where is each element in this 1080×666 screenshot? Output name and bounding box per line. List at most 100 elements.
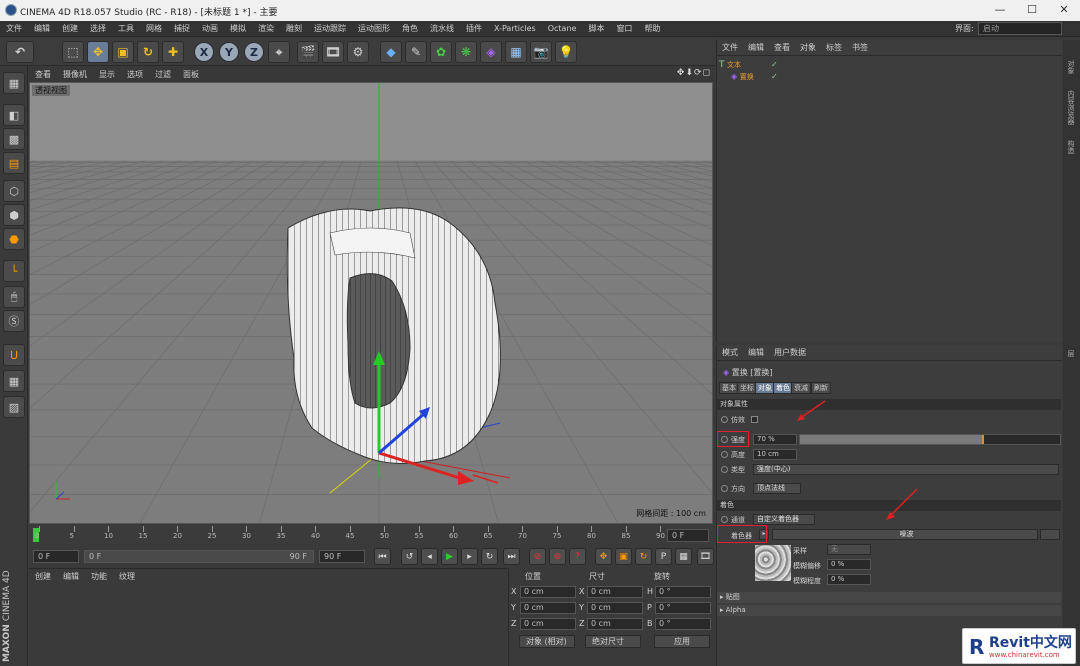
section-map[interactable]: ▸ 贴图 — [717, 592, 1061, 603]
recent-tool-icon[interactable]: ✚ — [162, 41, 184, 63]
attribute-menu-item-0[interactable]: 模式 — [717, 345, 743, 361]
timeline-ruler[interactable]: 0 5 10 15 20 25 30 35 40 45 50 55 60 65 70 75 80 85 90 0 F — [29, 526, 713, 544]
array-icon[interactable]: ❋ — [455, 41, 477, 63]
scale-tool-icon[interactable]: ▣ — [112, 41, 134, 63]
object-row-text[interactable]: T 文本 ✓ — [719, 60, 799, 71]
size-mode-select[interactable]: 绝对尺寸 — [585, 635, 641, 648]
key-parameter-icon[interactable]: P — [655, 548, 672, 565]
floor-icon[interactable]: ▦ — [505, 41, 527, 63]
menu-item-20[interactable]: 帮助 — [638, 21, 666, 37]
menu-item-11[interactable]: 运动跟踪 — [308, 21, 352, 37]
object-menu-item-2[interactable]: 查看 — [769, 40, 795, 56]
menu-item-7[interactable]: 动画 — [196, 21, 224, 37]
menu-item-14[interactable]: 流水线 — [424, 21, 460, 37]
workplane-icon[interactable]: ▤ — [3, 152, 25, 174]
x-axis-lock-button[interactable]: X — [194, 42, 214, 62]
attribute-tab-1[interactable]: 坐标 — [737, 382, 757, 394]
menu-item-3[interactable]: 选择 — [84, 21, 112, 37]
viewport-menu-item-1[interactable]: 摄像机 — [57, 67, 93, 82]
viewport-menu-item-4[interactable]: 过滤 — [149, 67, 177, 82]
attribute-menu-item-1[interactable]: 编辑 — [743, 345, 769, 361]
polygons-mode-icon[interactable]: ⬣ — [3, 228, 25, 250]
menu-item-18[interactable]: 脚本 — [582, 21, 610, 37]
previous-frame-icon[interactable]: ◂ — [421, 548, 438, 565]
size-input[interactable]: 0 cm — [587, 618, 643, 630]
channel-radio[interactable] — [721, 516, 728, 523]
key-scale-icon[interactable]: ▣ — [615, 548, 632, 565]
rotate-tool-icon[interactable]: ↻ — [137, 41, 159, 63]
camera-icon[interactable]: 📷 — [530, 41, 552, 63]
render-picture-viewer-icon[interactable]: 🎞 — [322, 41, 344, 63]
previous-key-icon[interactable]: ↺ — [401, 548, 418, 565]
tab-content-browser[interactable]: 内容浏览器 — [1066, 90, 1076, 125]
menu-item-17[interactable]: Octane — [542, 21, 583, 37]
keyframe-selection-icon[interactable]: ? — [569, 548, 586, 565]
attribute-tab-2[interactable]: 对象 — [755, 382, 775, 394]
planar-workplane-icon[interactable]: ▨ — [3, 396, 25, 418]
rotation-input[interactable]: 0 ° — [655, 586, 711, 598]
viewport-navigation-icon[interactable]: ✥⬇⟳◻ — [677, 68, 711, 78]
start-frame-field[interactable]: 0 F — [33, 550, 79, 563]
deformer-icon[interactable]: ◈ — [480, 41, 502, 63]
viewport-menu-item-2[interactable]: 显示 — [93, 67, 121, 82]
shader-button[interactable]: 噪波 — [772, 529, 1038, 540]
key-pla-icon[interactable]: ▦ — [675, 548, 692, 565]
visibility-check-icon[interactable]: ✓ — [771, 60, 778, 69]
imitate-radio[interactable] — [721, 416, 728, 423]
snap-icon[interactable]: Ⓢ — [3, 310, 25, 332]
size-input[interactable]: 0 cm — [587, 602, 643, 614]
current-frame-field[interactable]: 0 F — [667, 529, 709, 542]
menu-item-19[interactable]: 窗口 — [610, 21, 638, 37]
generator-icon[interactable]: ✿ — [430, 41, 452, 63]
viewport-menu-item-3[interactable]: 选项 — [121, 67, 149, 82]
section-alpha[interactable]: ▸ Alpha — [717, 605, 1061, 616]
coordinate-mode-select[interactable]: 对象 (相对) — [519, 635, 575, 648]
make-editable-icon[interactable]: ▦ — [3, 72, 25, 94]
object-menu-item-1[interactable]: 编辑 — [743, 40, 769, 56]
menu-item-5[interactable]: 网格 — [140, 21, 168, 37]
tab-structure[interactable]: 构造 — [1066, 140, 1076, 154]
tab-objects[interactable]: 对象 — [1066, 60, 1076, 74]
menu-item-4[interactable]: 工具 — [112, 21, 140, 37]
apply-button[interactable]: 应用 — [654, 635, 710, 648]
size-input[interactable]: 0 cm — [587, 586, 643, 598]
rotation-input[interactable]: 0 ° — [655, 618, 711, 630]
material-menu-item-0[interactable]: 创建 — [29, 569, 57, 584]
lock-workplane-icon[interactable]: ▦ — [3, 370, 25, 392]
layout-select[interactable]: 启动 — [978, 22, 1062, 35]
object-row-displace[interactable]: ◈ 置换 ✓ — [731, 72, 799, 83]
menu-item-15[interactable]: 插件 — [460, 21, 488, 37]
blur-offset-input[interactable]: 0 % — [827, 559, 871, 570]
menu-item-6[interactable]: 捕捉 — [168, 21, 196, 37]
height-input[interactable]: 10 cm — [753, 449, 797, 460]
undo-icon[interactable]: ↶ — [6, 41, 34, 63]
type-radio[interactable] — [721, 466, 728, 473]
points-mode-icon[interactable]: ⬡ — [3, 180, 25, 202]
strength-input[interactable]: 70 % — [753, 434, 797, 445]
z-axis-lock-button[interactable]: Z — [244, 42, 264, 62]
render-view-icon[interactable]: 🎬 — [297, 41, 319, 63]
blur-scale-input[interactable]: 0 % — [827, 574, 871, 585]
menu-item-10[interactable]: 雕刻 — [280, 21, 308, 37]
play-icon[interactable]: ▶ — [441, 548, 458, 565]
enable-check-icon[interactable]: ✓ — [771, 72, 778, 81]
key-rotation-icon[interactable]: ↻ — [635, 548, 652, 565]
sampling-select[interactable]: 无 — [827, 544, 871, 555]
menu-item-9[interactable]: 渲染 — [252, 21, 280, 37]
direction-radio[interactable] — [721, 485, 728, 492]
light-icon[interactable]: 💡 — [555, 41, 577, 63]
auto-key-icon[interactable]: ⊚ — [549, 548, 566, 565]
render-settings-icon[interactable]: ⚙ — [347, 41, 369, 63]
edges-mode-icon[interactable]: ⬢ — [3, 204, 25, 226]
close-button[interactable]: ✕ — [1050, 2, 1078, 18]
record-keys-icon[interactable]: ⊘ — [529, 548, 546, 565]
magnet-icon[interactable]: U — [3, 344, 25, 366]
object-menu-item-0[interactable]: 文件 — [717, 40, 743, 56]
position-input[interactable]: 0 cm — [520, 602, 576, 614]
strength-slider[interactable] — [799, 434, 1061, 445]
position-input[interactable]: 0 cm — [520, 618, 576, 630]
next-key-icon[interactable]: ↻ — [481, 548, 498, 565]
shader-extra-button[interactable] — [1040, 529, 1060, 540]
object-menu-item-4[interactable]: 标签 — [821, 40, 847, 56]
menu-item-1[interactable]: 编辑 — [28, 21, 56, 37]
